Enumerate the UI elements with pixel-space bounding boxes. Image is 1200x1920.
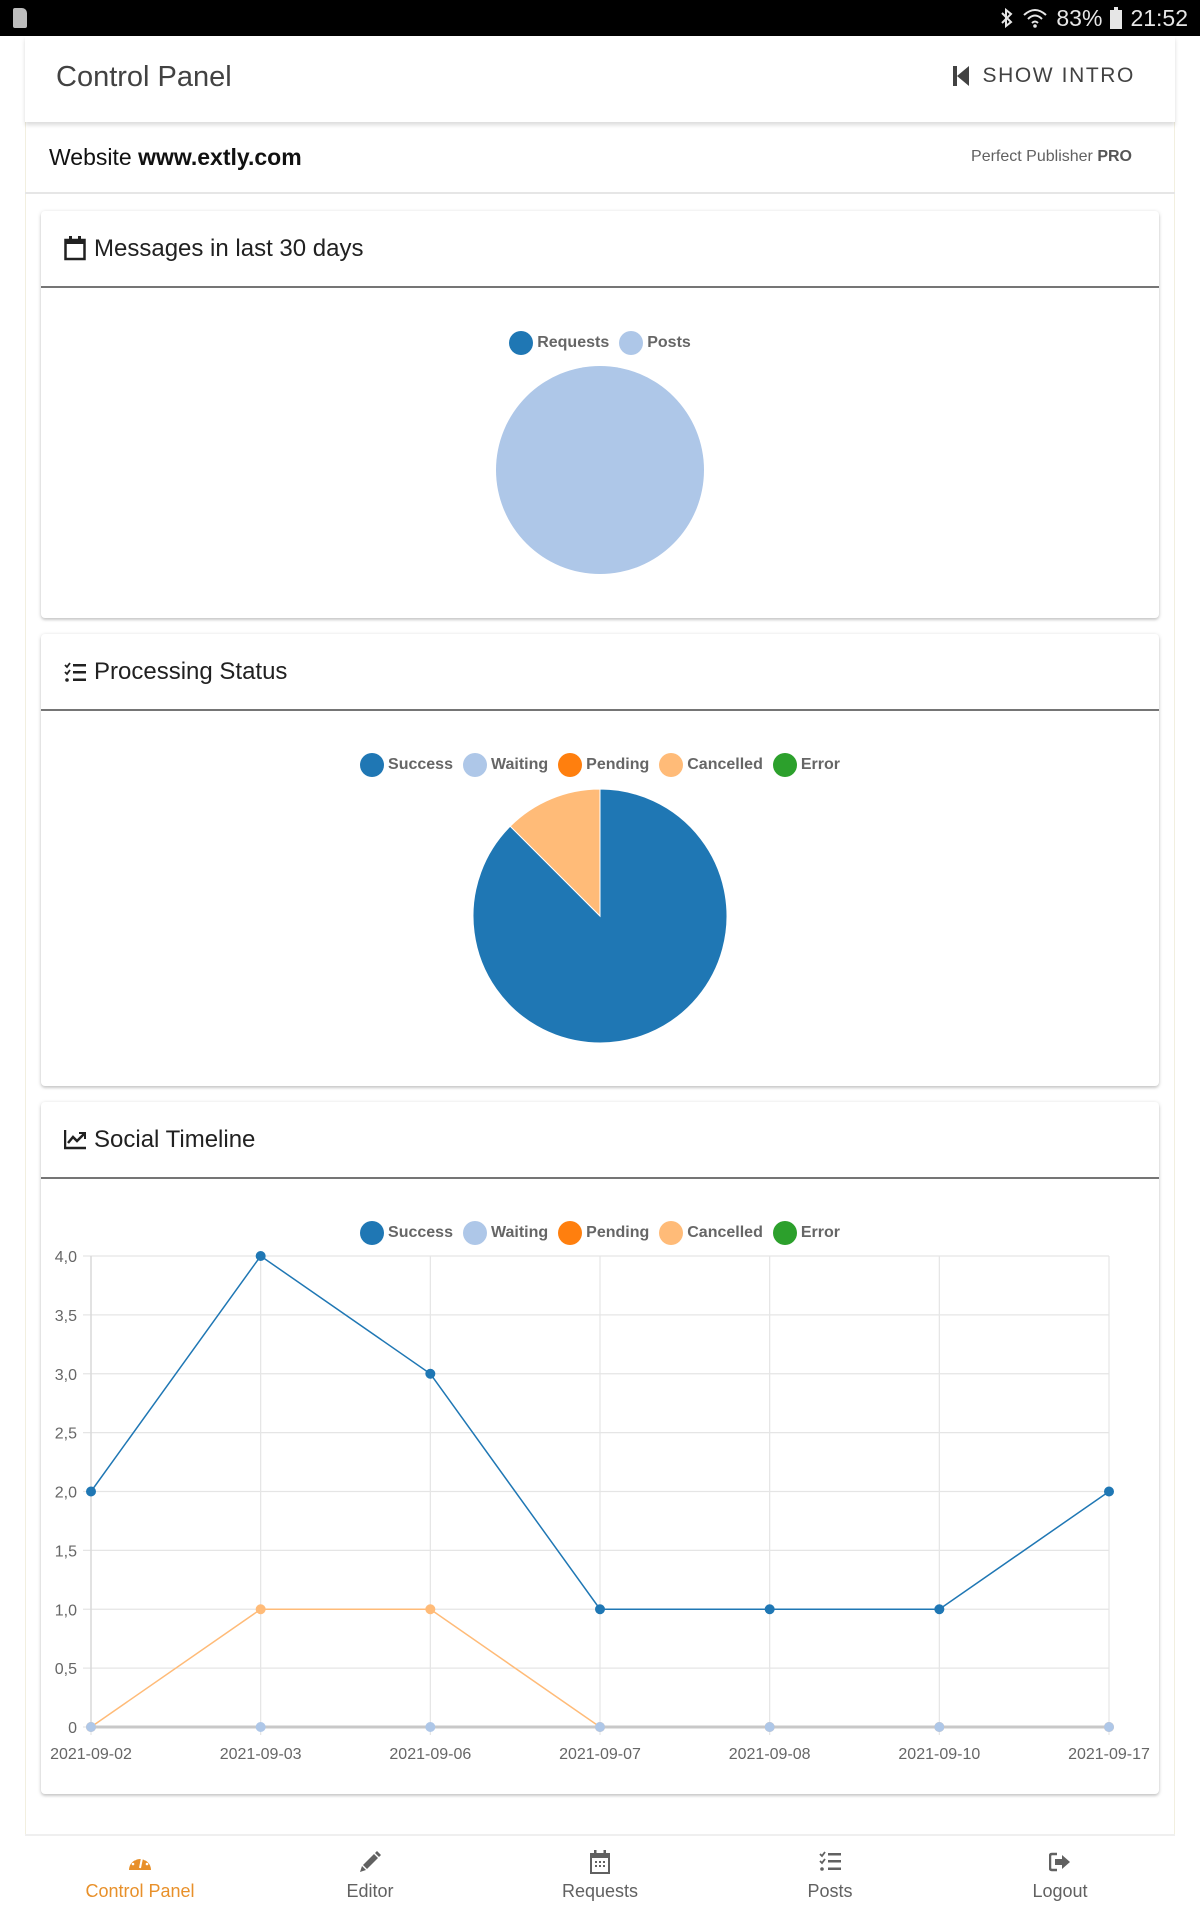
show-intro-button[interactable]: SHOW INTRO [952,64,1136,88]
pie-slice-posts[interactable] [496,366,704,574]
website-prefix: Website [49,144,132,170]
nav-control-panel[interactable]: Control Panel [25,1836,255,1920]
data-point-waiting[interactable] [595,1722,605,1732]
sd-card-icon [13,8,27,28]
data-point-cancelled[interactable] [425,1604,436,1615]
data-point-waiting[interactable] [764,1722,775,1732]
skip-previous-icon [952,66,969,86]
y-tick-label: 3,0 [55,1367,77,1384]
battery-percent: 83% [1056,4,1103,31]
processing-pie-chart [472,788,728,1044]
show-intro-label: SHOW INTRO [982,64,1135,87]
nav-label: Requests [561,1881,639,1901]
nav-logout[interactable]: Logout [945,1836,1175,1920]
logout-icon [1049,1852,1070,1872]
product-name: Perfect Publisher PRO [971,148,1132,166]
social-timeline-line-chart: 0 0,5 1,0 1,5 2,0 2,5 3,0 3,5 4,0 2021-09-02 2021-… [50,1249,1150,1763]
product-title: Perfect Publisher [971,148,1093,165]
nav-label: Control Panel [85,1881,195,1901]
website-info: Website www.extly.com Perfect Publisher … [25,122,1175,194]
y-tick-label: 2,5 [55,1426,77,1443]
checklist-icon [819,1851,841,1871]
calendar-icon [590,1850,610,1874]
nav-posts[interactable]: Posts [715,1836,945,1920]
nav-label: Posts [807,1881,853,1901]
battery-icon [1110,7,1123,29]
x-tick-label: 2021-09-07 [559,1746,641,1763]
data-point-waiting[interactable] [1104,1722,1114,1732]
nav-label: Editor [346,1881,394,1901]
product-tier: PRO [1097,148,1132,165]
wifi-icon [1023,9,1048,28]
messages-card: Messages in last 30 days Requests Posts [41,211,1159,618]
clock: 21:52 [1130,4,1188,31]
x-tick-label: 2021-09-08 [729,1746,811,1763]
bluetooth-icon [1001,7,1013,29]
data-point-success[interactable] [934,1604,945,1615]
y-tick-label: 3,5 [55,1308,77,1325]
data-point-waiting[interactable] [86,1722,96,1732]
y-tick-label: 4,0 [55,1249,77,1266]
page-title: Control Panel [56,61,232,93]
data-point-success[interactable] [86,1486,96,1497]
nav-label: Logout [1032,1881,1088,1901]
x-tick-label: 2021-09-02 [50,1746,132,1763]
nav-editor[interactable]: Editor [255,1836,485,1920]
x-tick-label: 2021-09-03 [220,1746,302,1763]
messages-pie-chart [496,366,704,574]
app-header: Control Panel SHOW INTRO [25,36,1175,122]
data-point-waiting[interactable] [934,1722,945,1732]
y-tick-label: 0 [68,1720,77,1737]
data-point-success[interactable] [255,1251,266,1261]
dashboard-icon [129,1857,151,1870]
status-bar: 83% 21:52 [0,0,1200,36]
y-tick-label: 1,0 [55,1602,77,1619]
website-label: Website www.extly.com [49,144,302,171]
data-point-waiting[interactable] [255,1722,266,1732]
data-point-cancelled[interactable] [255,1604,266,1615]
nav-requests[interactable]: Requests [485,1836,715,1920]
pencil-icon [360,1851,381,1872]
x-tick-label: 2021-09-06 [389,1746,471,1763]
data-point-waiting[interactable] [425,1722,436,1732]
x-tick-label: 2021-09-10 [898,1746,980,1763]
data-point-success[interactable] [595,1604,605,1615]
y-tick-label: 0,5 [55,1661,77,1678]
data-point-success[interactable] [1104,1486,1114,1497]
bottom-nav: Control Panel Editor Requests Posts Logo… [25,1834,1175,1920]
website-domain: www.extly.com [138,144,302,170]
processing-status-card: Processing Status Success Waiting Pending C… [41,634,1159,1086]
social-timeline-card: Social Timeline Success Waiting Pending Can… [41,1102,1159,1794]
data-point-success[interactable] [764,1604,775,1615]
data-point-success[interactable] [425,1368,436,1379]
y-tick-label: 1,5 [55,1543,77,1560]
x-tick-label: 2021-09-17 [1068,1746,1150,1763]
status-icons: 83% 21:52 [1000,3,1188,33]
y-tick-label: 2,0 [55,1485,77,1502]
